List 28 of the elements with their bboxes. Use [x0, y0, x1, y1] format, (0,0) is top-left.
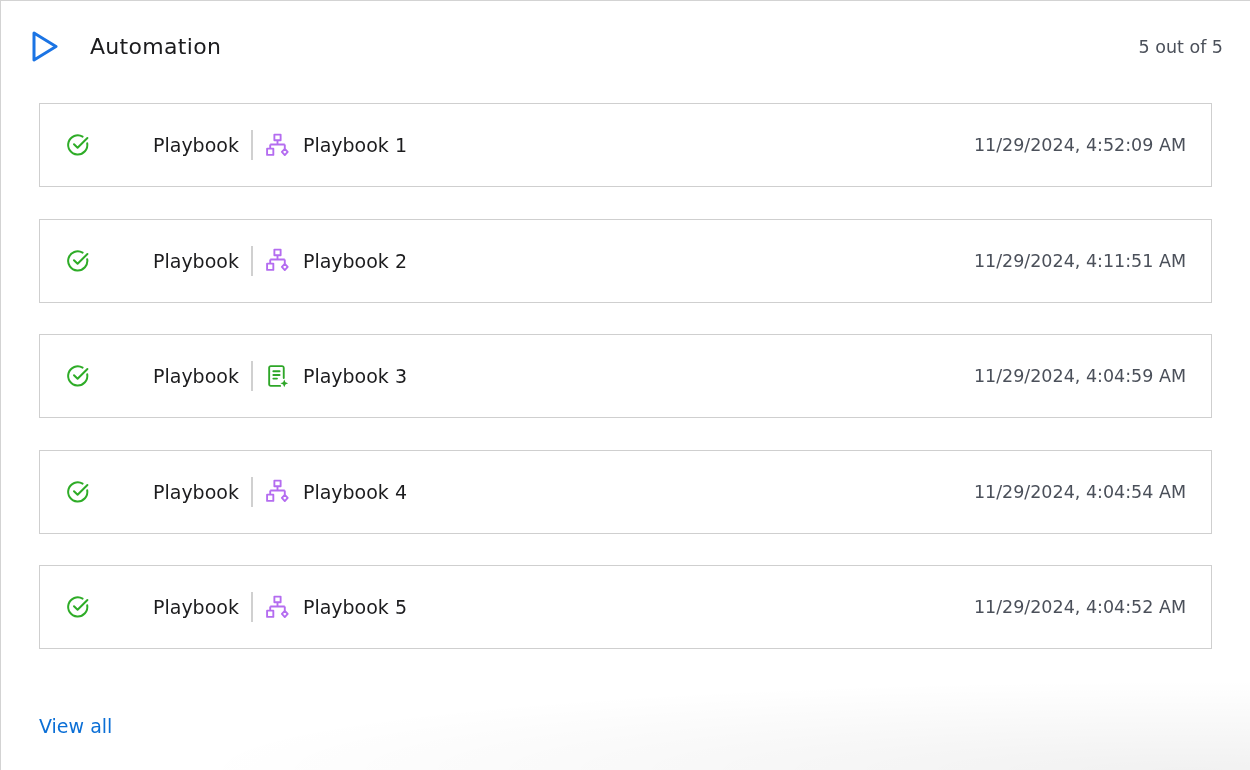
- flowchart-icon: [264, 479, 290, 504]
- flowchart-icon: [264, 248, 290, 273]
- playbook-name: Playbook 4: [302, 480, 407, 503]
- run-row[interactable]: Playbook Playbook 5 11/29/2024, 4:04:52 AM: [39, 565, 1212, 649]
- view-all-link[interactable]: View all: [39, 715, 113, 737]
- run-type: Playbook: [153, 249, 239, 272]
- run-row[interactable]: Playbook Playbook 4 11/29/2024, 4:04:54 AM: [39, 449, 1212, 534]
- run-count: 5 out of 5: [1138, 36, 1223, 57]
- run-timestamp: 11/29/2024, 4:04:54 AM: [973, 481, 1186, 502]
- play-icon: [32, 31, 58, 62]
- run-timestamp: 11/29/2024, 4:04:52 AM: [973, 597, 1186, 617]
- run-type: Playbook: [153, 480, 239, 503]
- flowchart-icon: [264, 594, 290, 620]
- flowchart-icon: [264, 132, 290, 158]
- playbook-name: Playbook 5: [302, 596, 407, 618]
- run-timestamp: 11/29/2024, 4:04:59 AM: [973, 366, 1186, 386]
- run-type: Playbook: [153, 365, 239, 387]
- run-row[interactable]: Playbook Playbook 3 11/29/2024, 4:04:59 AM: [39, 334, 1212, 418]
- panel-title: Automation: [90, 34, 222, 59]
- run-row[interactable]: Playbook Playbook 2 11/29/2024, 4:11:51 AM: [39, 218, 1212, 303]
- run-timestamp: 11/29/2024, 4:52:09 AM: [973, 135, 1186, 155]
- run-type: Playbook: [153, 134, 239, 156]
- playbook-name: Playbook 3: [302, 365, 407, 387]
- playbook-name: Playbook 1: [302, 134, 407, 156]
- run-row[interactable]: Playbook Playbook 1 11/29/2024, 4:52:09 AM: [39, 103, 1212, 187]
- run-timestamp: 11/29/2024, 4:11:51 AM: [973, 250, 1186, 271]
- playbook-name: Playbook 2: [302, 249, 407, 272]
- run-type: Playbook: [153, 596, 239, 618]
